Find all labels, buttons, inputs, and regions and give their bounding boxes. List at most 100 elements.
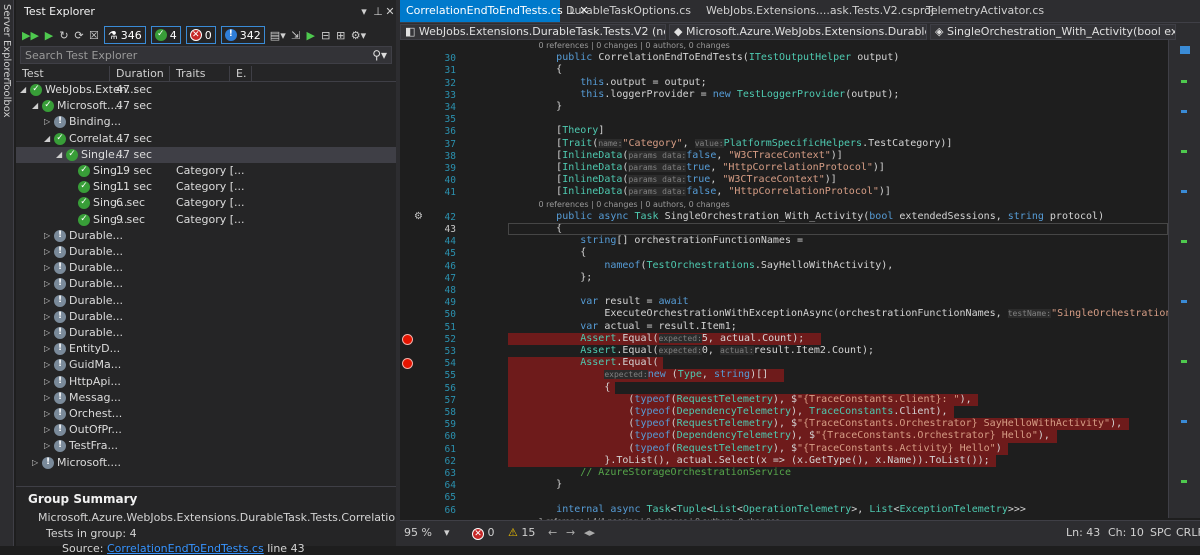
code-lens-text[interactable]: 0 references | 0 changes | 0 authors, 0 … — [508, 200, 730, 209]
vertical-scrollbar[interactable] — [1168, 40, 1200, 518]
notrun-count[interactable]: ! 342 — [220, 26, 265, 44]
playlist-icon[interactable]: ⇲ — [291, 29, 301, 42]
code-lens[interactable]: 0 references | 0 changes | 0 authors, 0 … — [508, 40, 1168, 52]
test-row[interactable]: ▷! Durable... — [16, 260, 396, 276]
tab-correlation-tests[interactable]: CorrelationEndToEndTests.cs ⊥ ✕ — [400, 0, 589, 22]
column-header-duration[interactable]: Duration — [110, 66, 170, 81]
expand-toggle-icon[interactable]: ▷ — [44, 357, 50, 373]
toolbox-tab[interactable]: Toolbox — [1, 80, 12, 118]
expand-toggle-icon[interactable]: ◢ — [32, 98, 38, 114]
code-area[interactable]: 0 references | 0 changes | 0 authors, 0 … — [508, 40, 1168, 520]
settings-icon[interactable]: ⚙▾ — [351, 29, 366, 42]
more-icon[interactable]: ◂▸ — [584, 526, 595, 539]
run-icon[interactable]: ▶ — [44, 29, 54, 42]
column-header-e[interactable]: E. — [230, 66, 252, 81]
test-row[interactable]: ▷! Orchest... — [16, 406, 396, 422]
test-row[interactable]: ▷! Binding... — [16, 114, 396, 130]
expand-toggle-icon[interactable]: ▷ — [44, 244, 50, 260]
test-row[interactable]: ✓ Sing... 9 sec Category [... — [16, 212, 396, 228]
expand-toggle-icon[interactable]: ▷ — [44, 276, 50, 292]
type-dropdown[interactable]: ◆ Microsoft.Azure.WebJobs.Extensions.Dur… — [669, 24, 927, 40]
run-after-build-icon[interactable]: ▶ — [306, 29, 316, 42]
expand-toggle-icon[interactable]: ◢ — [20, 82, 26, 98]
test-row[interactable]: ✓ Sing... 19 sec Category [... — [16, 163, 396, 179]
test-row[interactable]: ▷! Messag... — [16, 390, 396, 406]
tab-telemetry-activator[interactable]: TelemetryActivator.cs — [920, 0, 1060, 22]
source-link[interactable]: CorrelationEndToEndTests.cs — [107, 542, 264, 555]
test-row[interactable]: ▷! Durable... — [16, 293, 396, 309]
group-by-icon[interactable]: ▤▾ — [270, 29, 286, 42]
test-row[interactable]: ▷! GuidMa... — [16, 357, 396, 373]
breakpoint-icon[interactable] — [402, 333, 413, 345]
test-row[interactable]: ◢ ✓ WebJobs.Exten... 47 sec — [16, 82, 396, 98]
expand-toggle-icon[interactable]: ▷ — [44, 228, 50, 244]
passed-count[interactable]: ✓ 4 — [150, 26, 181, 44]
failed-count[interactable]: ✕ 0 — [185, 26, 216, 44]
expand-toggle-icon[interactable]: ▷ — [44, 374, 50, 390]
nav-forward-icon[interactable]: → — [566, 526, 575, 539]
test-row[interactable]: ▷! TestFra... — [16, 438, 396, 454]
test-row[interactable]: ▷! Durable... — [16, 244, 396, 260]
zoom-dropdown-icon[interactable]: ▾ — [444, 526, 450, 539]
pin-icon[interactable]: ⊥ — [372, 5, 384, 18]
cancel-icon[interactable]: ☒ — [89, 29, 99, 42]
expand-toggle-icon[interactable]: ▷ — [44, 309, 50, 325]
search-input[interactable]: Search Test Explorer ⚲▾ — [20, 46, 392, 64]
project-dropdown[interactable]: ◧ WebJobs.Extensions.DurableTask.Tests.V… — [400, 24, 666, 40]
test-row[interactable]: ▷! Durable... — [16, 309, 396, 325]
test-row[interactable]: ◢ ✓ Microsoft.... 47 sec — [16, 98, 396, 114]
not-run-icon: ! — [54, 408, 66, 420]
expand-toggle-icon[interactable]: ▷ — [44, 422, 50, 438]
close-icon[interactable]: ✕ — [384, 5, 396, 18]
run-all-icon[interactable]: ▶▶ — [22, 29, 39, 42]
expand-toggle-icon[interactable]: ◢ — [44, 131, 50, 147]
indent-mode[interactable]: SPC — [1150, 526, 1171, 539]
expand-toggle-icon[interactable]: ▷ — [44, 260, 50, 276]
errors-indicator[interactable]: ✕ 0 — [472, 526, 495, 540]
test-row[interactable]: ▷! HttpApi... — [16, 374, 396, 390]
expand-toggle-icon[interactable]: ▷ — [32, 455, 38, 471]
repeat-icon[interactable]: ↻ — [59, 29, 69, 42]
tab-durable-task-options[interactable]: DurableTaskOptions.cs — [560, 0, 700, 22]
test-row[interactable]: ◢ ✓ Single... 47 sec — [16, 146, 396, 163]
total-count[interactable]: ⚗ 346 — [103, 26, 146, 44]
test-row[interactable]: ▷! OutOfPr... — [16, 422, 396, 438]
expand-toggle-icon[interactable]: ▷ — [44, 293, 50, 309]
test-row[interactable]: ▷! EntityD... — [16, 341, 396, 357]
expand-toggle-icon[interactable]: ◢ — [56, 147, 62, 163]
tab-csproj[interactable]: WebJobs.Extensions....ask.Tests.V2.cspro… — [700, 0, 934, 22]
line-endings[interactable]: CRLF — [1176, 526, 1200, 539]
collapse-icon[interactable]: ⊟ — [321, 29, 331, 42]
expand-toggle-icon[interactable]: ▷ — [44, 341, 50, 357]
nav-back-icon[interactable]: ← — [548, 526, 557, 539]
debug-icon[interactable]: ⟳ — [74, 29, 84, 42]
test-row[interactable]: ✓ Sing... 6 sec Category [... — [16, 195, 396, 211]
test-row[interactable]: ◢ ✓ Correlat... 47 sec — [16, 131, 396, 147]
column-header-traits[interactable]: Traits — [170, 66, 230, 81]
editor-gutter[interactable]: 30 31 32 33 34 35 36 37 38 39 40 41 42 43 44 45 46 47 48 49… — [400, 40, 510, 520]
expand-toggle-icon[interactable]: ▷ — [44, 438, 50, 454]
test-row[interactable]: ▷! Durable... — [16, 276, 396, 292]
expand-toggle-icon[interactable]: ▷ — [44, 325, 50, 341]
expand-toggle-icon[interactable]: ▷ — [44, 114, 50, 130]
dropdown-icon[interactable]: ▾ — [358, 5, 370, 18]
code-lens[interactable]: 0 references | 0 changes | 0 authors, 0 … — [508, 199, 1168, 211]
column-header-test[interactable]: Test — [16, 66, 110, 81]
expand-icon[interactable]: ⊞ — [336, 29, 346, 42]
server-explorer-tab[interactable]: Server Explorer — [1, 4, 12, 82]
code-lens-text[interactable]: 0 references | 0 changes | 0 authors, 0 … — [508, 41, 730, 50]
scroll-up-icon[interactable] — [1180, 46, 1190, 54]
test-run-glyph-icon[interactable]: ⚙ — [414, 211, 423, 222]
test-row[interactable]: ▷! Durable... — [16, 325, 396, 341]
breakpoint-icon[interactable] — [402, 358, 413, 370]
test-row[interactable]: ▷! Microsoft.... — [16, 455, 396, 471]
not-run-icon: ! — [54, 440, 66, 453]
warnings-indicator[interactable]: ⚠ 15 — [508, 526, 535, 539]
zoom-level[interactable]: 95 % — [404, 526, 432, 539]
test-row[interactable]: ▷! Durable... — [16, 228, 396, 244]
search-icon[interactable]: ⚲▾ — [372, 48, 387, 62]
expand-toggle-icon[interactable]: ▷ — [44, 390, 50, 406]
member-dropdown[interactable]: ◈ SingleOrchestration_With_Activity(bool… — [930, 24, 1176, 40]
test-row[interactable]: ✓ Sing... 11 sec Category [... — [16, 179, 396, 195]
expand-toggle-icon[interactable]: ▷ — [44, 406, 50, 422]
